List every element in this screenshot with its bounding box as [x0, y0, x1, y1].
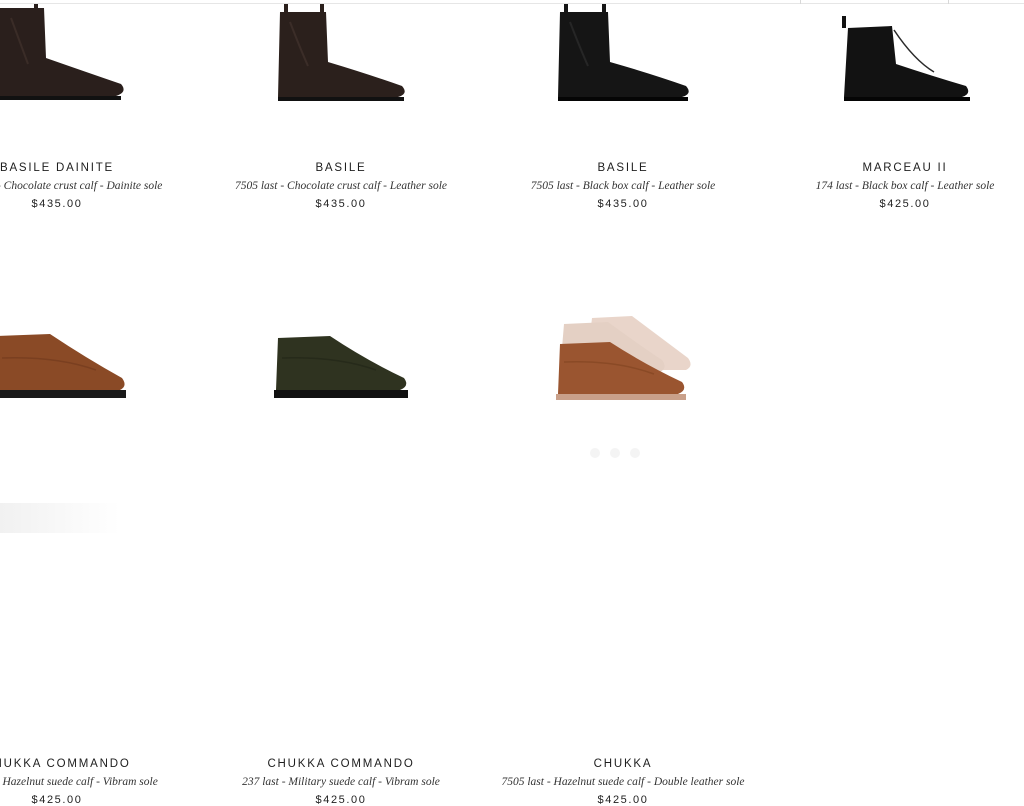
product-name[interactable]: BASILE DAINITE [0, 162, 198, 174]
product-card-marceau-ii[interactable]: MARCEAU II 174 last - Black box calf - L… [764, 0, 1024, 250]
product-card-basile-dainite[interactable]: BASILE DAINITE 7505 last - Chocolate cru… [0, 0, 198, 250]
product-description: 7505 last - Hazelnut suede calf - Double… [501, 776, 745, 788]
product-card-basile-chocolate[interactable]: BASILE 7505 last - Chocolate crust calf … [200, 0, 482, 250]
product-name[interactable]: BASILE [482, 162, 764, 174]
balmoral-boot-image[interactable] [764, 0, 1024, 140]
bottom-left-fade [0, 503, 120, 533]
product-price: $435.00 [315, 198, 367, 210]
product-price: $425.00 [31, 794, 83, 806]
carousel-dot[interactable] [610, 448, 620, 458]
product-name[interactable]: CHUKKA COMMANDO [0, 758, 198, 770]
chukka-boot-image[interactable] [200, 298, 482, 438]
product-description: 237 last - Military suede calf - Vibram … [242, 776, 440, 788]
chelsea-boot-image[interactable] [0, 0, 198, 140]
product-card-chukka[interactable]: CHUKKA 7505 last - Hazelnut suede calf -… [482, 298, 764, 806]
product-description: 7505 last - Chocolate crust calf - Daini… [0, 180, 163, 192]
product-description: 7505 last - Chocolate crust calf - Leath… [234, 180, 448, 192]
product-description: 237 last - Hazelnut suede calf - Vibram … [0, 776, 158, 788]
product-name[interactable]: BASILE [200, 162, 482, 174]
product-name[interactable]: CHUKKA [482, 758, 764, 770]
product-price: $435.00 [31, 198, 83, 210]
product-price: $425.00 [315, 794, 367, 806]
product-name[interactable]: CHUKKA COMMANDO [200, 758, 482, 770]
product-price: $435.00 [597, 198, 649, 210]
product-price: $425.00 [597, 794, 649, 806]
product-description: 7505 last - Black box calf - Leather sol… [530, 180, 716, 192]
product-card-chukka-commando-military[interactable]: CHUKKA COMMANDO 237 last - Military sued… [200, 298, 482, 806]
product-price: $425.00 [879, 198, 931, 210]
chukka-boot-image[interactable] [482, 298, 764, 438]
carousel-dot[interactable] [630, 448, 640, 458]
image-carousel-dots[interactable] [590, 445, 650, 463]
product-name[interactable]: MARCEAU II [764, 162, 1024, 174]
chelsea-boot-image[interactable] [200, 0, 482, 140]
carousel-dot[interactable] [590, 448, 600, 458]
chelsea-boot-image[interactable] [482, 0, 764, 140]
chukka-boot-image[interactable] [0, 298, 198, 438]
product-description: 174 last - Black box calf - Leather sole [815, 180, 995, 192]
product-card-basile-black[interactable]: BASILE 7505 last - Black box calf - Leat… [482, 0, 764, 250]
